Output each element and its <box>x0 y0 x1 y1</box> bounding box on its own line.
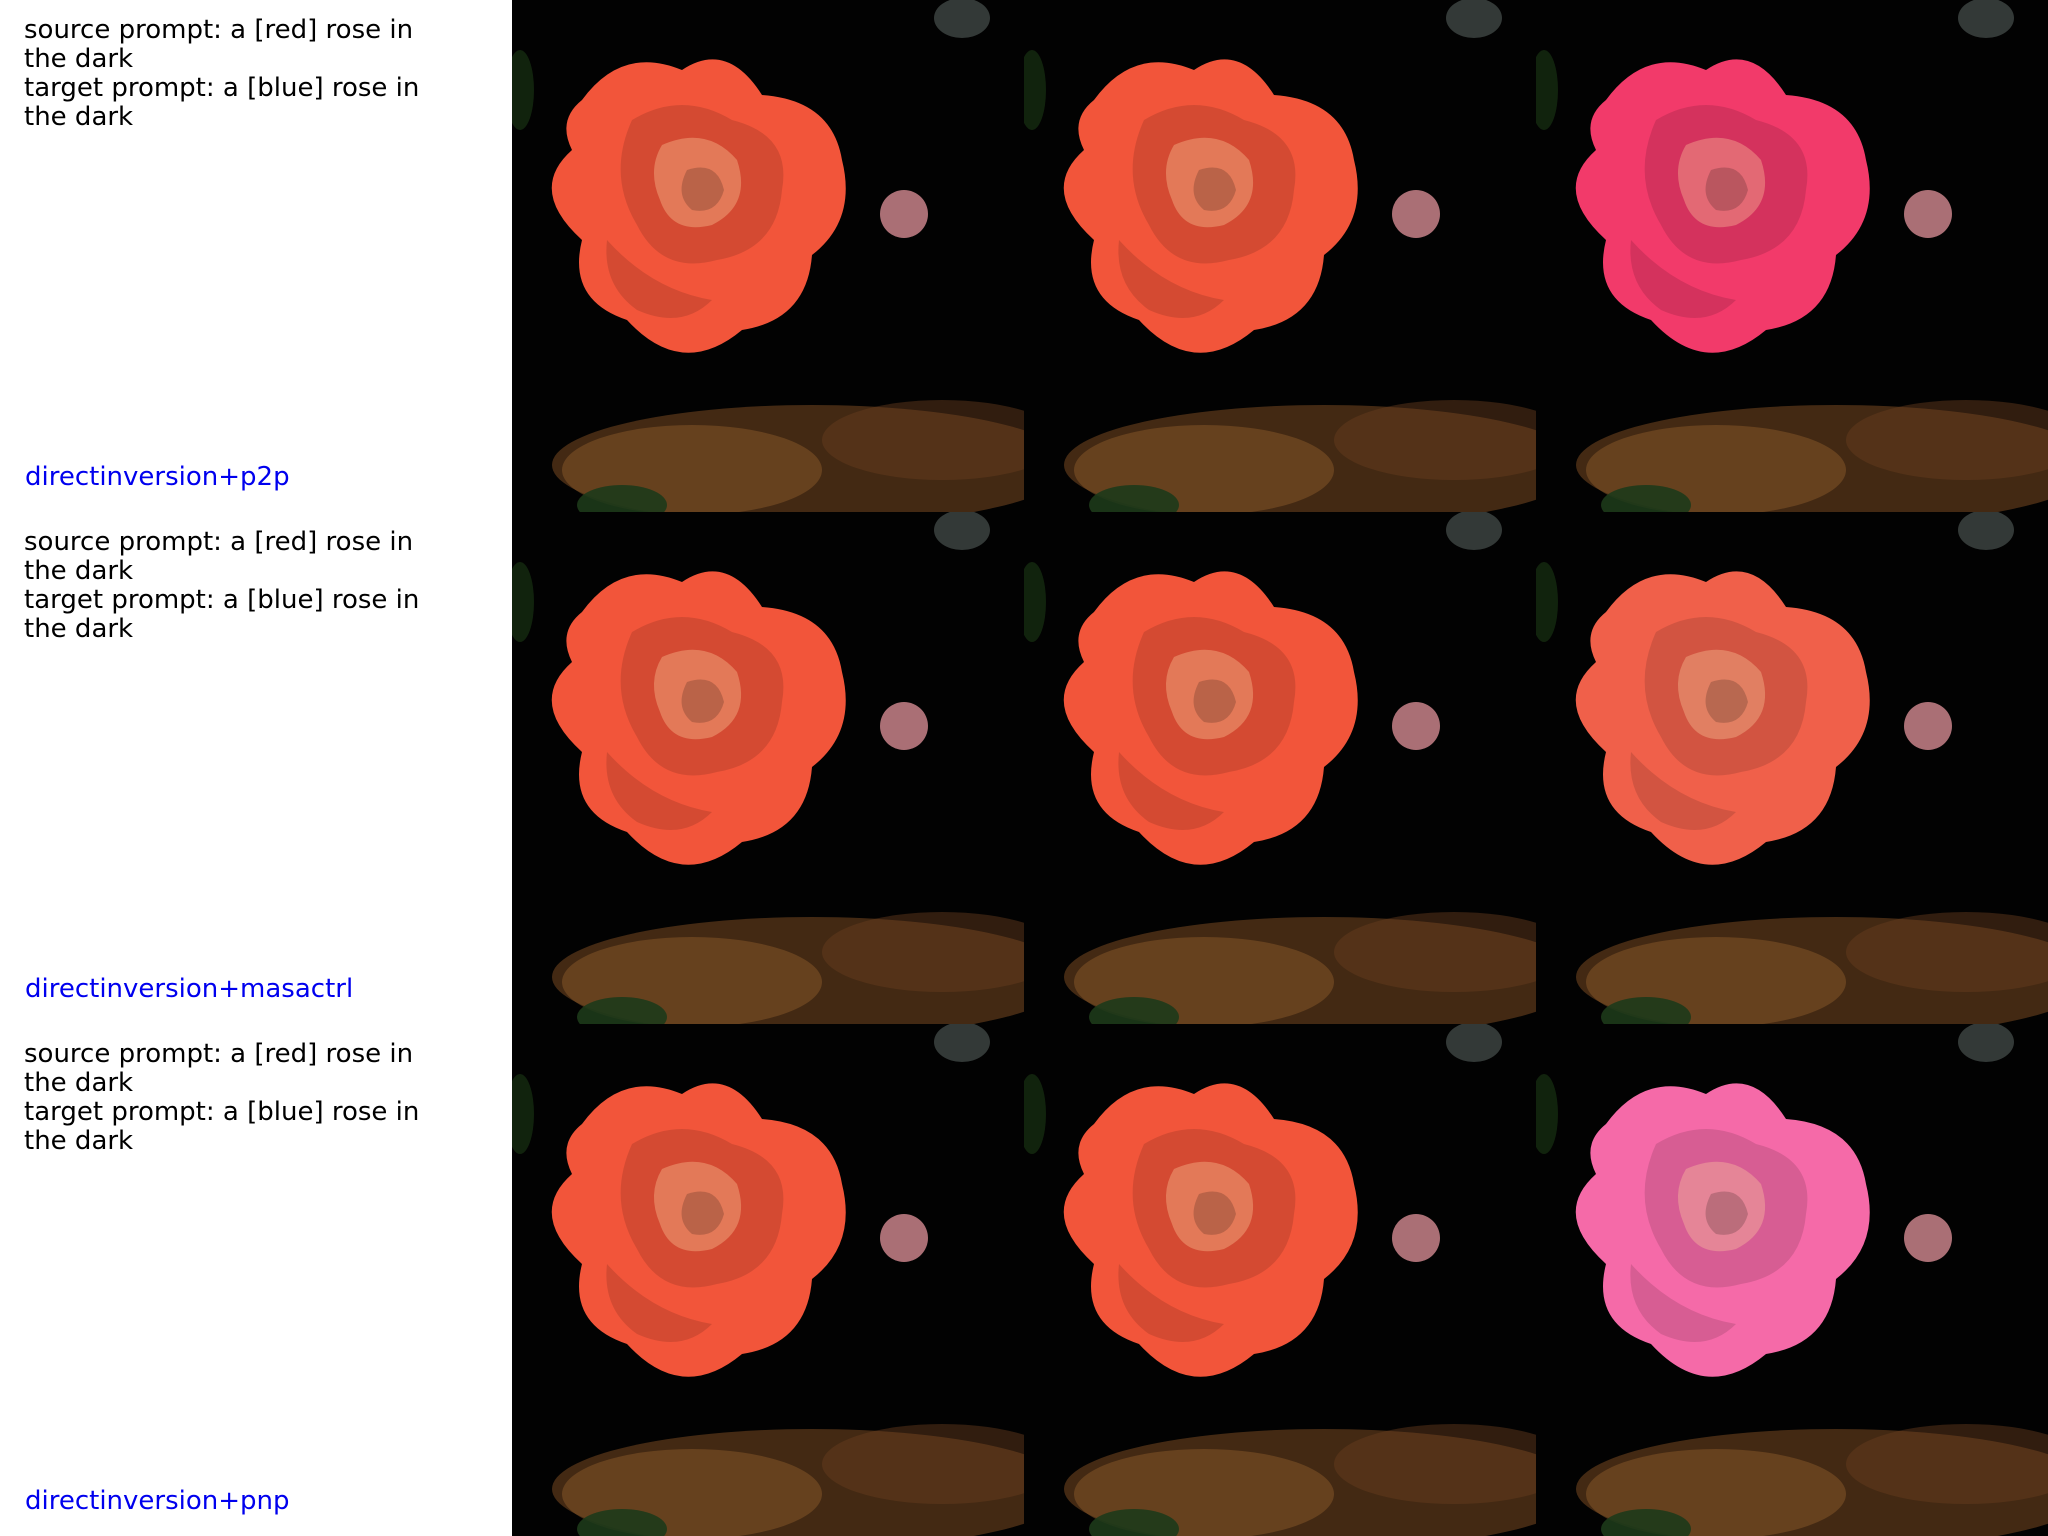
source-prompt: source prompt: a [red] rose in the dark <box>24 15 414 74</box>
result-row: source prompt: a [red] rose in the dark … <box>0 512 2048 1024</box>
result-row: source prompt: a [red] rose in the dark … <box>0 1024 2048 1536</box>
edited-image <box>1536 1024 2048 1536</box>
reconstructed-image <box>1024 1024 1536 1536</box>
source-image <box>512 1024 1024 1536</box>
prompt-text: source prompt: a [red] rose in the dark … <box>24 1040 464 1156</box>
edited-image <box>1536 0 2048 512</box>
target-prompt: target prompt: a [blue] rose in the dark <box>24 1097 420 1156</box>
source-prompt: source prompt: a [red] rose in the dark <box>24 527 414 586</box>
target-prompt: target prompt: a [blue] rose in the dark <box>24 585 420 644</box>
prompt-cell: source prompt: a [red] rose in the dark … <box>0 0 512 512</box>
method-label: directinversion+pnp <box>25 1486 290 1516</box>
method-label: directinversion+masactrl <box>25 974 354 1004</box>
edited-image <box>1536 512 2048 1024</box>
reconstructed-image <box>1024 512 1536 1024</box>
target-prompt: target prompt: a [blue] rose in the dark <box>24 73 420 132</box>
method-label: directinversion+p2p <box>25 462 290 492</box>
source-image <box>512 512 1024 1024</box>
reconstructed-image <box>1024 0 1536 512</box>
prompt-cell: source prompt: a [red] rose in the dark … <box>0 512 512 1024</box>
result-row: source prompt: a [red] rose in the dark … <box>0 0 2048 512</box>
source-image <box>512 0 1024 512</box>
source-prompt: source prompt: a [red] rose in the dark <box>24 1039 414 1098</box>
prompt-text: source prompt: a [red] rose in the dark … <box>24 16 464 132</box>
comparison-grid: source prompt: a [red] rose in the dark … <box>0 0 2048 1536</box>
prompt-text: source prompt: a [red] rose in the dark … <box>24 528 464 644</box>
prompt-cell: source prompt: a [red] rose in the dark … <box>0 1024 512 1536</box>
